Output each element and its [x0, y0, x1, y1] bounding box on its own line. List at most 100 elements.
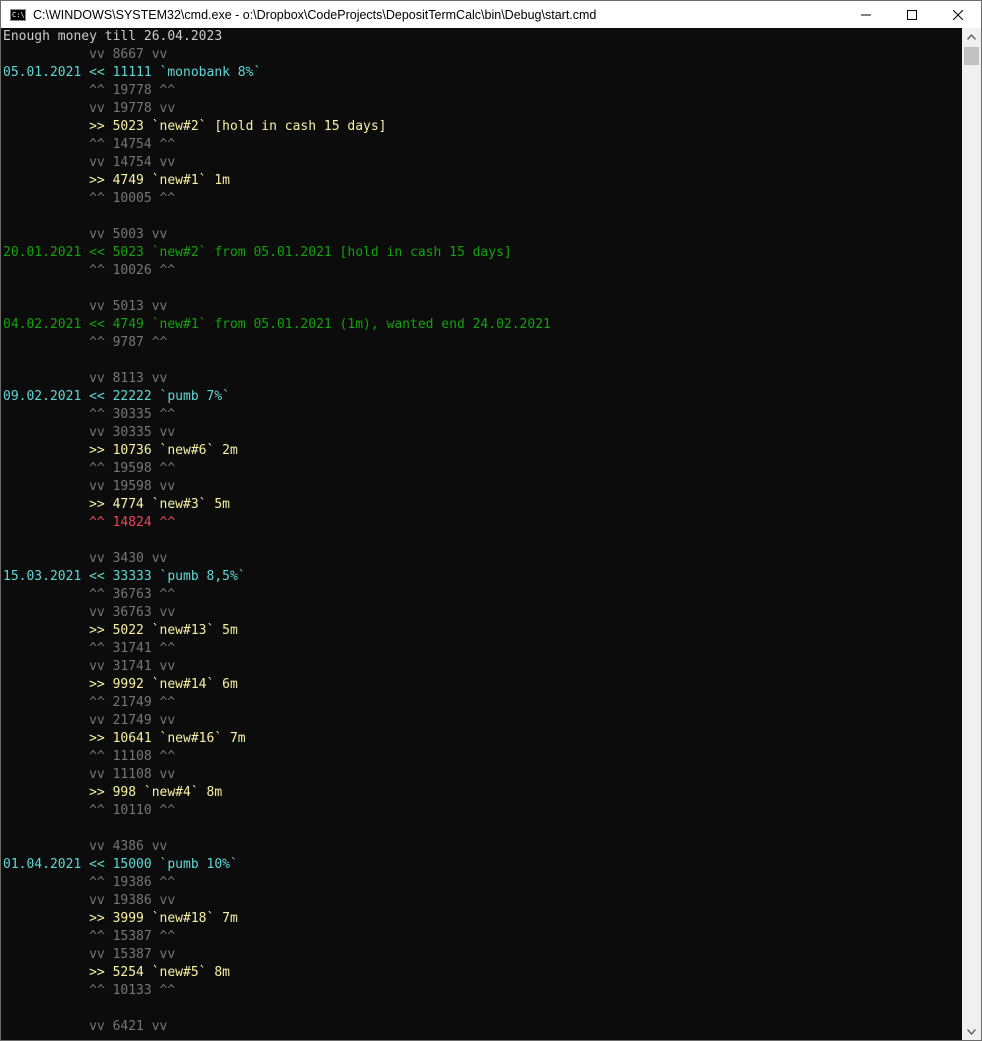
console-line: ^^ 10133 ^^ — [3, 982, 551, 1000]
console-line: ^^ 19386 ^^ — [3, 874, 551, 892]
console-text: vv 21749 vv — [3, 713, 176, 728]
console-line: vv 36763 vv — [3, 604, 551, 622]
console-text: vv 11108 vv — [3, 767, 176, 782]
console-text: 20.01.2021 << 5023 `new#2` from 05.01.20… — [3, 245, 512, 260]
console-text: vv 14754 vv — [3, 155, 176, 170]
console-text: ^^ 10133 ^^ — [3, 983, 176, 998]
console-text: vv 19778 vv — [3, 101, 176, 116]
console-line: Enough money till 26.04.2023 — [3, 28, 551, 46]
console-text: ^^ 19778 ^^ — [3, 83, 176, 98]
console-line: vv 3430 vv — [3, 550, 551, 568]
console-line: vv 19386 vv — [3, 892, 551, 910]
console-line: ^^ 31741 ^^ — [3, 640, 551, 658]
console-line: >> 4774 `new#3` 5m — [3, 496, 551, 514]
cmd-icon[interactable]: C:\ — [10, 8, 26, 21]
console-line: vv 8113 vv — [3, 370, 551, 388]
console-lines: Enough money till 26.04.2023 vv 8667 vv 0… — [3, 28, 551, 1036]
console-line: 09.02.2021 << 22222 `pumb 7%` — [3, 388, 551, 406]
console-text: vv 36763 vv — [3, 605, 176, 620]
console-line: vv 14754 vv — [3, 154, 551, 172]
console-line: vv 21749 vv — [3, 712, 551, 730]
console-text: vv 19386 vv — [3, 893, 176, 908]
console-text: vv 30335 vv — [3, 425, 176, 440]
console-text: vv 19598 vv — [3, 479, 176, 494]
console-text: vv 5003 vv — [3, 227, 168, 242]
console-line: vv 19598 vv — [3, 478, 551, 496]
scroll-up-arrow-icon — [967, 33, 976, 40]
console-text: vv 4386 vv — [3, 839, 168, 854]
console-text: ^^ 14754 ^^ — [3, 137, 176, 152]
console-text: ^^ 11108 ^^ — [3, 749, 176, 764]
console-text: ^^ 10005 ^^ — [3, 191, 176, 206]
console-text: vv 15387 vv — [3, 947, 176, 962]
console-line: ^^ 9787 ^^ — [3, 334, 551, 352]
console-line: vv 30335 vv — [3, 424, 551, 442]
title-bar[interactable]: C:\ C:\WINDOWS\SYSTEM32\cmd.exe - o:\Dro… — [1, 1, 981, 28]
console-text: vv 8113 vv — [3, 371, 168, 386]
maximize-button[interactable] — [889, 1, 935, 28]
console-text: >> 5254 `new#5` 8m — [3, 965, 230, 980]
console-text: >> 998 `new#4` 8m — [3, 785, 223, 800]
console-text: >> 10736 `new#6` 2m — [3, 443, 238, 458]
window-controls — [843, 1, 981, 28]
console-text: ^^ 31741 ^^ — [3, 641, 176, 656]
console-line: >> 998 `new#4` 8m — [3, 784, 551, 802]
console-line: >> 5022 `new#13` 5m — [3, 622, 551, 640]
console-text: >> 4749 `new#1` 1m — [3, 173, 230, 188]
console-line: vv 6421 vv — [3, 1018, 551, 1036]
console-line: >> 5023 `new#2` [hold in cash 15 days] — [3, 118, 551, 136]
console-text: ^^ 9787 ^^ — [3, 335, 168, 350]
console-text: vv 6421 vv — [3, 1019, 168, 1034]
console-line: ^^ 19598 ^^ — [3, 460, 551, 478]
console-line: ^^ 10026 ^^ — [3, 262, 551, 280]
minimize-icon — [861, 14, 871, 15]
console-text: 15.03.2021 << 33333 `pumb 8,5%` — [3, 569, 246, 584]
console-line: vv 31741 vv — [3, 658, 551, 676]
console-line: vv 19778 vv — [3, 100, 551, 118]
console-output[interactable]: Enough money till 26.04.2023 vv 8667 vv 0… — [1, 28, 962, 1040]
console-text: ^^ 21749 ^^ — [3, 695, 176, 710]
console-line: ^^ 14754 ^^ — [3, 136, 551, 154]
console-line: 05.01.2021 << 11111 `monobank 8%` — [3, 64, 551, 82]
console-text: vv 3430 vv — [3, 551, 168, 566]
console-text: ^^ 36763 ^^ — [3, 587, 176, 602]
close-button[interactable] — [935, 1, 981, 28]
console-text: vv 31741 vv — [3, 659, 176, 674]
console-text: 04.02.2021 << 4749 `new#1` from 05.01.20… — [3, 317, 551, 332]
console-text: 01.04.2021 << 15000 `pumb 10%` — [3, 857, 238, 872]
console-line: vv 4386 vv — [3, 838, 551, 856]
console-text: 09.02.2021 << 22222 `pumb 7%` — [3, 389, 230, 404]
console-line: vv 5013 vv — [3, 298, 551, 316]
console-text: >> 5022 `new#13` 5m — [3, 623, 238, 638]
window-title: C:\WINDOWS\SYSTEM32\cmd.exe - o:\Dropbox… — [33, 7, 597, 22]
console-line: >> 4749 `new#1` 1m — [3, 172, 551, 190]
console-line: vv 11108 vv — [3, 766, 551, 784]
close-icon — [953, 9, 963, 20]
console-text: >> 10641 `new#16` 7m — [3, 731, 246, 746]
scroll-up-button[interactable] — [962, 28, 981, 45]
scroll-down-button[interactable] — [962, 1023, 981, 1040]
vertical-scrollbar[interactable] — [962, 28, 981, 1040]
console-text: >> 5023 `new#2` [hold in cash 15 days] — [3, 119, 387, 134]
console-text: vv 5013 vv — [3, 299, 168, 314]
console-line: ^^ 14824 ^^ — [3, 514, 551, 532]
console-line: ^^ 10005 ^^ — [3, 190, 551, 208]
console-text: ^^ 10110 ^^ — [3, 803, 176, 818]
console-text: ^^ 14824 ^^ — [3, 515, 176, 530]
console-text: ^^ 10026 ^^ — [3, 263, 176, 278]
console-line: vv 5003 vv — [3, 226, 551, 244]
scroll-thumb[interactable] — [964, 47, 979, 65]
console-text: ^^ 15387 ^^ — [3, 929, 176, 944]
console-text: 05.01.2021 << 11111 `monobank 8%` — [3, 65, 262, 80]
minimize-button[interactable] — [843, 1, 889, 28]
console-line: ^^ 15387 ^^ — [3, 928, 551, 946]
console-text: ^^ 19386 ^^ — [3, 875, 176, 890]
scroll-down-arrow-icon — [967, 1028, 976, 1035]
console-line: >> 3999 `new#18` 7m — [3, 910, 551, 928]
